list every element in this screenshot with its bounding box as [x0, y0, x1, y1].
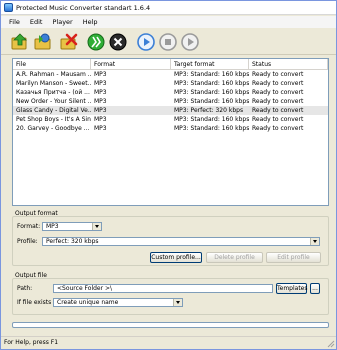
remove-button[interactable] — [59, 32, 79, 52]
browse-button[interactable]: ... — [310, 283, 320, 294]
profile-label: Profile: — [17, 238, 38, 245]
menu-player[interactable]: Player — [47, 18, 77, 26]
custom-profile-button[interactable]: Custom profile... — [150, 252, 202, 263]
cell-file: New Order - Your Silent ... — [16, 98, 91, 105]
cell-status: Ready to convert — [252, 107, 304, 114]
cell-status: Ready to convert — [252, 125, 304, 132]
app-window: Protected Music Converter standart 1.6.4… — [0, 0, 337, 350]
status-text: For Help, press F1 — [4, 339, 59, 346]
cell-format: MP3 — [94, 98, 107, 105]
format-select-value: MP3 — [46, 223, 59, 230]
list-row[interactable]: Marilyn Manson - Sweet... MP3 MP3: Standar… — [13, 79, 328, 88]
list-header: File Format Target format Status — [13, 59, 328, 70]
templates-button[interactable]: Templates — [276, 283, 308, 294]
format-select[interactable]: MP3 — [42, 222, 102, 231]
profile-select-value: Perfect: 320 kbps — [46, 238, 99, 245]
path-label: Path: — [17, 285, 33, 292]
menu-file[interactable]: File — [4, 18, 25, 26]
list-row[interactable]: Казачья Притча - (ой ... MP3 MP3: Standard… — [13, 88, 328, 97]
column-header-target-format[interactable]: Target format — [171, 59, 249, 70]
if-file-exists-label: If file exists — [17, 299, 52, 306]
cell-target-format: MP3: Standard: 160 kbps — [174, 89, 249, 96]
list-rows: A.R. Rahman - Mausam ... MP3 MP3: Standard… — [13, 70, 328, 133]
add-folder-button[interactable] — [33, 32, 53, 52]
cell-status: Ready to convert — [252, 116, 304, 123]
menu-edit[interactable]: Edit — [25, 18, 48, 26]
cell-target-format: MP3: Standard: 160 kbps — [174, 116, 249, 123]
window-title: Protected Music Converter standart 1.6.4 — [16, 3, 151, 12]
cell-format: MP3 — [94, 80, 107, 87]
cell-status: Ready to convert — [252, 98, 304, 105]
add-files-button[interactable] — [10, 32, 30, 52]
path-input[interactable]: <Source Folder >\ — [53, 284, 273, 293]
remove-icon — [60, 33, 78, 50]
stop-conversion-icon — [109, 33, 127, 51]
cell-target-format: MP3: Perfect: 320 kbps — [174, 107, 244, 114]
if-file-exists-select[interactable]: Create unique name — [53, 298, 183, 307]
cell-format: MP3 — [94, 71, 107, 78]
delete-profile-button[interactable]: Delete profile — [206, 252, 263, 263]
cell-target-format: MP3: Standard: 160 kbps — [174, 80, 249, 87]
list-row[interactable]: A.R. Rahman - Mausam ... MP3 MP3: Standard… — [13, 70, 328, 79]
cell-target-format: MP3: Standard: 160 kbps — [174, 71, 249, 78]
profile-select[interactable]: Perfect: 320 kbps — [42, 237, 320, 246]
cell-file: 20. Garvey - Goodbye ... — [16, 125, 90, 132]
list-row[interactable]: Pet Shop Boys - It's A Sin MP3 MP3: Standa… — [13, 115, 328, 124]
if-file-exists-value: Create unique name — [57, 299, 119, 306]
path-input-value: <Source Folder >\ — [57, 285, 113, 292]
column-header-status[interactable]: Status — [249, 59, 328, 70]
cell-file: A.R. Rahman - Mausam ... — [16, 71, 91, 78]
list-row[interactable]: 20. Garvey - Goodbye ... MP3 MP3: Standard… — [13, 124, 328, 133]
menu-help[interactable]: Help — [78, 18, 103, 26]
format-label: Format: — [17, 223, 41, 230]
convert-button[interactable] — [86, 32, 106, 52]
chevron-down-icon — [173, 299, 182, 306]
pause-button[interactable] — [180, 32, 200, 52]
stop-icon — [159, 33, 177, 51]
play-icon — [137, 33, 155, 51]
file-list[interactable]: File Format Target format Status A.R. Ra… — [12, 58, 329, 206]
add-folder-icon — [34, 33, 51, 50]
convert-icon — [87, 33, 105, 51]
stop-button[interactable] — [158, 32, 178, 52]
cell-format: MP3 — [94, 125, 107, 132]
add-files-icon — [11, 33, 27, 50]
list-row[interactable]: New Order - Your Silent ... MP3 MP3: Stand… — [13, 97, 328, 106]
cell-file: Glass Candy - Digital Ve... — [16, 107, 91, 114]
column-header-format[interactable]: Format — [91, 59, 171, 70]
resize-grip-icon[interactable] — [326, 339, 335, 348]
cell-status: Ready to convert — [252, 80, 304, 87]
cell-format: MP3 — [94, 107, 107, 114]
edit-profile-button[interactable]: Edit profile — [266, 252, 321, 263]
chevron-down-icon — [310, 238, 319, 245]
play-button[interactable] — [136, 32, 156, 52]
cell-file: Казачья Притча - (ой ... — [16, 89, 90, 96]
conversion-progress-bar — [12, 322, 329, 328]
cell-file: Pet Shop Boys - It's A Sin — [16, 116, 91, 123]
title-bar: Protected Music Converter standart 1.6.4 — [1, 1, 336, 15]
cell-status: Ready to convert — [252, 89, 304, 96]
cell-format: MP3 — [94, 116, 107, 123]
cell-target-format: MP3: Standard: 160 kbps — [174, 125, 249, 132]
pause-icon — [181, 33, 199, 51]
cell-status: Ready to convert — [252, 71, 304, 78]
column-header-file[interactable]: File — [13, 59, 91, 70]
status-bar: For Help, press F1 — [1, 336, 336, 349]
list-row[interactable]: Glass Candy - Digital Ve... MP3 MP3: Perfe… — [13, 106, 328, 115]
cell-file: Marilyn Manson - Sweet... — [16, 80, 91, 87]
app-icon — [4, 3, 13, 12]
cell-target-format: MP3: Standard: 160 kbps — [174, 98, 249, 105]
chevron-down-icon — [92, 223, 101, 230]
stop-conversion-button[interactable] — [108, 32, 128, 52]
cell-format: MP3 — [94, 89, 107, 96]
toolbar — [1, 29, 336, 55]
menu-bar: File Edit Player Help — [1, 16, 336, 28]
